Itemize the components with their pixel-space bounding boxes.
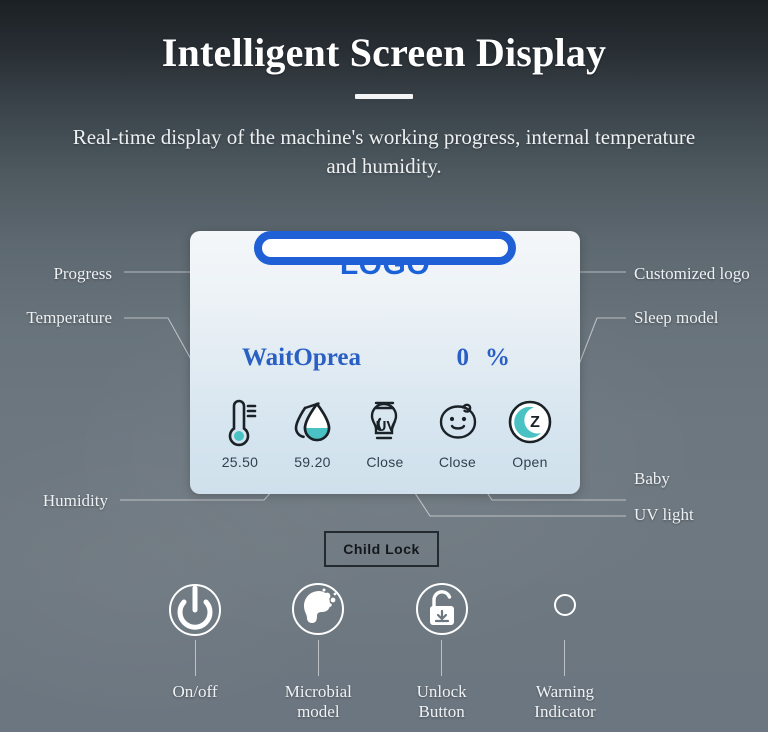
annotation-customized-logo-label: Customized logo xyxy=(634,264,750,283)
unlock-button-label-line2: Button xyxy=(418,702,465,722)
thermometer-icon xyxy=(221,396,259,448)
unlock-button-label-line1: Unlock xyxy=(416,682,467,701)
on-off-label: On/off xyxy=(172,682,218,701)
sleep-moon-icon: Z xyxy=(507,396,553,448)
baby-value: Close xyxy=(438,454,477,470)
unlock-button-label: Unlock Button xyxy=(417,682,467,722)
header: Intelligent Screen Display Real-time dis… xyxy=(0,30,768,181)
microbial-model-label: Microbial model xyxy=(285,682,352,722)
control-stem xyxy=(564,640,566,676)
indicator-sleep-model[interactable]: Z Open xyxy=(494,396,566,470)
annotation-sleep-model-label: Sleep model xyxy=(634,308,719,327)
svg-text:UV: UV xyxy=(376,418,397,435)
sleep-value: Open xyxy=(512,454,548,470)
warning-indicator-label-line2: Indicator xyxy=(534,702,596,722)
uv-lamp-icon: UV xyxy=(363,396,407,448)
indicator-baby[interactable]: Close xyxy=(422,396,494,470)
annotation-humidity: Humidity xyxy=(0,491,108,511)
warning-indicator-label-line1: Warning xyxy=(535,682,595,701)
microbial-model-label-line2: model xyxy=(297,702,340,722)
page-title: Intelligent Screen Display xyxy=(161,30,607,75)
annotation-uv-light: UV light xyxy=(634,505,694,525)
title-divider xyxy=(355,94,413,99)
on-off-button[interactable]: On/off xyxy=(140,578,250,722)
annotation-baby: Baby xyxy=(634,469,670,489)
indicator-temperature[interactable]: 25.50 xyxy=(204,396,276,470)
indicator-dot-icon xyxy=(536,578,594,640)
annotation-temperature-label: Temperature xyxy=(26,308,112,327)
status-row: WaitOprea 0 % xyxy=(242,344,528,372)
baby-face-icon xyxy=(432,396,484,448)
indicator-row: 25.50 59.20 UV Close Close Z Open xyxy=(204,396,566,470)
progress-percent: 0 % xyxy=(457,344,529,372)
control-stem xyxy=(317,640,319,676)
annotation-customized-logo: Customized logo xyxy=(634,264,750,284)
annotation-humidity-label: Humidity xyxy=(42,491,108,510)
unlock-padlock-icon xyxy=(413,578,471,640)
control-stem xyxy=(194,640,196,676)
svg-text:Z: Z xyxy=(530,414,540,431)
annotation-uv-light-label: UV light xyxy=(634,505,694,524)
unlock-button[interactable]: Unlock Button xyxy=(387,578,497,722)
uv-light-value: Close xyxy=(366,454,404,470)
microbe-head-icon xyxy=(289,578,347,640)
progress-value: 0 xyxy=(456,344,470,371)
screen-display-panel: LOGO WaitOprea 0 % xyxy=(190,231,580,494)
annotation-baby-label: Baby xyxy=(634,469,670,488)
indicator-uv-light[interactable]: UV Close xyxy=(349,396,421,470)
control-buttons-row: On/off Microbial model Unlock Button War… xyxy=(140,578,620,722)
temperature-value: 25.50 xyxy=(221,454,259,470)
annotation-sleep-model: Sleep model xyxy=(634,308,719,328)
warning-indicator-label: Warning Indicator xyxy=(534,682,595,722)
child-lock-label: Child Lock xyxy=(343,541,420,557)
warning-indicator[interactable]: Warning Indicator xyxy=(510,578,620,722)
indicator-humidity[interactable]: 59.20 xyxy=(277,396,349,470)
power-icon xyxy=(166,578,224,640)
control-stem xyxy=(441,640,443,676)
microbial-model-button[interactable]: Microbial model xyxy=(263,578,373,722)
humidity-value: 59.20 xyxy=(294,454,331,470)
progress-unit: % xyxy=(485,344,510,371)
annotation-progress: Progress xyxy=(0,264,112,284)
child-lock-badge: Child Lock xyxy=(324,531,439,567)
page-subtitle: Real-time display of the machine's worki… xyxy=(72,125,696,178)
water-drop-icon xyxy=(290,396,336,448)
status-label: WaitOprea xyxy=(242,344,361,371)
annotation-progress-label: Progress xyxy=(53,264,112,283)
microbial-model-label-line1: Microbial xyxy=(284,682,352,701)
annotation-temperature: Temperature xyxy=(0,308,112,328)
progress-bar xyxy=(254,231,516,265)
